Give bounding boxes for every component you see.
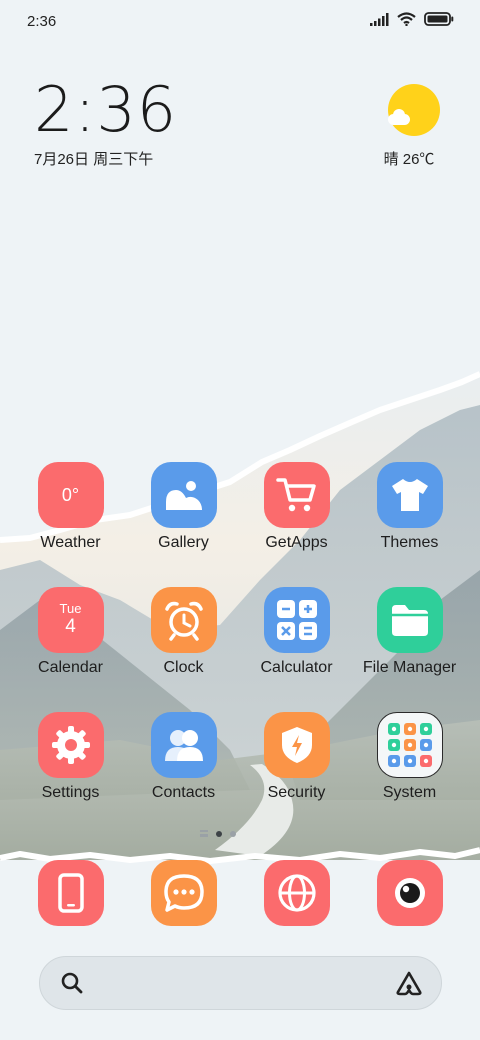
app-themes[interactable]: Themes [353,462,466,552]
page-dot-active [216,830,222,837]
app-label-weather: Weather [40,534,101,551]
app-gallery[interactable]: Gallery [127,462,240,552]
sunny-weather-icon [388,84,440,136]
app-label-clock: Clock [163,659,204,676]
cellular-signal-icon [370,12,389,26]
app-label-settings: Settings [41,784,100,801]
app-file-manager[interactable]: File Manager [353,587,466,677]
browser-globe-icon [263,860,330,926]
app-label-calendar: Calendar [38,659,103,676]
app-settings[interactable]: Settings [14,712,127,802]
wifi-icon [397,12,416,26]
contacts-icon [150,712,217,778]
app-calendar[interactable]: Tue 4 Calendar [14,587,127,677]
app-label-calculator: Calculator [260,659,333,676]
app-label-file-manager: File Manager [362,659,457,676]
dock-messages[interactable] [127,860,240,926]
page-indicator[interactable] [200,830,236,837]
app-getapps[interactable]: GetApps [240,462,353,552]
folder-icon [376,587,443,653]
status-time: 2:36 [27,13,57,30]
battery-icon [424,12,454,26]
app-label-themes: Themes [380,534,439,551]
shopping-cart-icon [263,462,330,528]
weather-text: 晴 26℃ [383,151,435,168]
app-label-system: System [382,784,437,801]
dock-camera[interactable] [353,860,466,926]
search-bar[interactable] [39,956,442,1010]
phone-icon [37,860,104,926]
app-drawer-lines-icon [200,830,208,837]
app-contacts[interactable]: Contacts [127,712,240,802]
weather-app-icon: 0° [37,462,104,528]
dock-phone[interactable] [14,860,127,926]
search-icon [61,972,83,994]
cloud-icon [388,109,410,125]
assistant-icon[interactable] [395,970,423,996]
calendar-day: Tue [59,601,82,616]
app-security[interactable]: Security [240,712,353,802]
gallery-icon [150,462,217,528]
page-dot [230,830,236,837]
app-label-security: Security [267,784,326,801]
app-system-folder[interactable]: System [353,712,466,802]
tshirt-icon [376,462,443,528]
app-label-gallery: Gallery [158,534,209,551]
app-label-getapps: GetApps [265,534,328,551]
dock-browser[interactable] [240,860,353,926]
weather-widget[interactable]: 晴 26℃ [384,84,444,169]
app-label-contacts: Contacts [151,784,216,801]
app-calculator[interactable]: Calculator [240,587,353,677]
weather-temp-badge: 0° [61,484,80,505]
alarm-clock-icon [150,587,217,653]
status-icons [370,12,454,26]
shield-icon [263,712,330,778]
folder-grid-icon [376,712,443,778]
calendar-date: 4 [65,616,76,637]
app-weather[interactable]: 0° Weather [14,462,127,552]
clock-widget[interactable]: 2:36 7月26日 周三下午 [34,78,177,169]
clock-time: 2:36 [34,73,178,146]
calculator-icon [263,587,330,653]
status-bar: 2:36 [0,0,480,42]
camera-icon [376,860,443,926]
gear-icon [37,712,104,778]
calendar-icon: Tue 4 [37,587,104,653]
messages-icon [150,860,217,926]
app-clock[interactable]: Clock [127,587,240,677]
clock-date: 7月26日 周三下午 [34,151,154,168]
